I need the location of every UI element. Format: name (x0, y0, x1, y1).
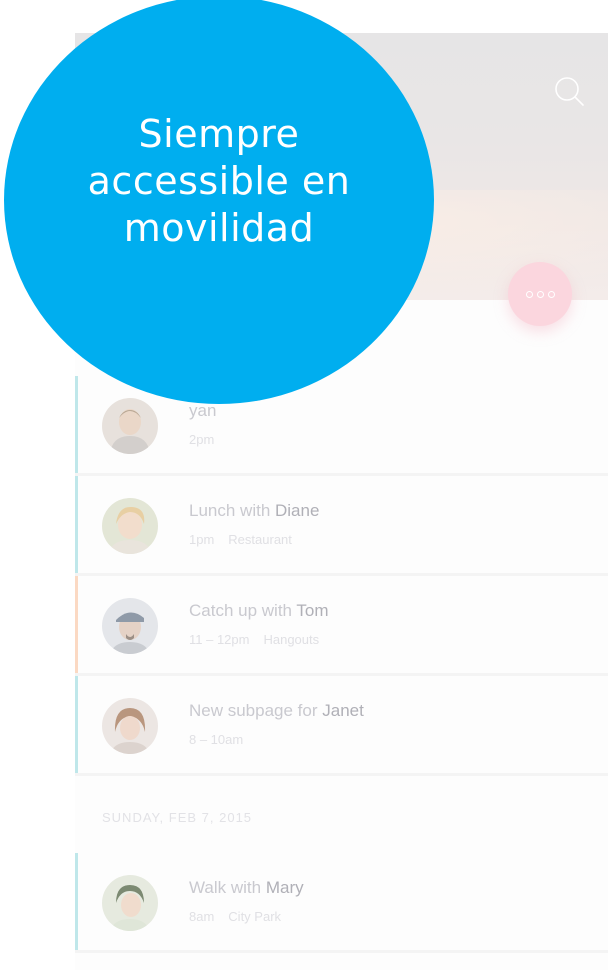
promo-line: accessible en (87, 158, 351, 203)
date-section-header: SUNDAY, FEB 7, 2015 (102, 810, 253, 825)
event-title: Walk with Mary (189, 878, 304, 897)
event-row[interactable]: Walk with Mary 8am City Park (75, 853, 608, 953)
event-color-bar (75, 476, 78, 573)
more-dots-icon (525, 290, 555, 298)
event-meta: 8 – 10am (189, 732, 244, 747)
avatar (102, 698, 158, 754)
event-meta: 2pm (189, 432, 215, 447)
promo-line: Siempre (138, 111, 300, 156)
event-color-bar (75, 576, 78, 673)
event-title: yan (189, 401, 217, 420)
event-meta: 11 – 12pm Hangouts (189, 632, 320, 647)
event-color-bar (75, 853, 78, 950)
search-icon (555, 77, 584, 106)
event-list: Walk with Mary 8am City Park (75, 853, 608, 953)
promo-text: Siempre accessible en movilidad (88, 111, 351, 252)
promo-line: movilidad (123, 205, 315, 250)
more-options-button[interactable] (508, 262, 572, 326)
event-row[interactable]: Catch up with Tom 11 – 12pm Hangouts (75, 576, 608, 676)
event-title: New subpage for Janet (189, 701, 364, 720)
event-meta: 8am City Park (189, 909, 282, 924)
avatar (102, 398, 158, 454)
event-title: Catch up with Tom (189, 601, 329, 620)
event-list: yan 2pm Lunch with Diane 1pmRestaurant (75, 376, 608, 776)
search-button[interactable] (552, 74, 586, 108)
avatar (102, 598, 158, 654)
event-row[interactable]: Lunch with Diane 1pm Restaurant (75, 476, 608, 576)
promo-bubble: Siempre accessible en movilidad (4, 0, 434, 404)
event-meta: 1pm Restaurant (189, 532, 292, 547)
avatar (102, 875, 158, 931)
event-row[interactable]: New subpage for Janet 8 – 10am (75, 676, 608, 776)
event-color-bar (75, 676, 78, 773)
event-title: Lunch with Diane (189, 501, 320, 520)
avatar (102, 498, 158, 554)
event-color-bar (75, 376, 78, 473)
